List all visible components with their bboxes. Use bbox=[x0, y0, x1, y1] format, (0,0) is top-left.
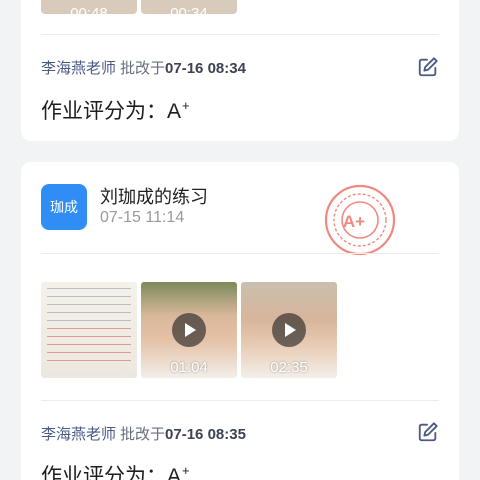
play-icon[interactable] bbox=[272, 313, 306, 347]
edit-icon[interactable] bbox=[417, 421, 439, 443]
homework-photo[interactable] bbox=[41, 282, 137, 378]
review-verb: 批改于 bbox=[120, 426, 166, 443]
grade-prefix: 作业评分为： bbox=[41, 465, 167, 480]
grade-plus: + bbox=[182, 463, 190, 478]
teacher-name: 李海燕老师 bbox=[41, 426, 117, 443]
homework-title: 刘珈成的练习 bbox=[100, 187, 208, 207]
grade-stamp-icon: A+ bbox=[324, 184, 396, 256]
grade-letter: A bbox=[167, 100, 182, 123]
review-info: 李海燕老师 批改于07-16 08:35 bbox=[41, 423, 246, 444]
review-verb: 批改于 bbox=[120, 60, 166, 77]
homework-card-previous: 00:48 00:34 李海燕老师 批改于07-16 08:34 作业评分为：A+ bbox=[21, 0, 459, 141]
homework-card: 珈成 刘珈成的练习 07-15 11:14 A+ 01:04 02:35 李海燕… bbox=[21, 162, 459, 480]
stamp-grade: A+ bbox=[343, 212, 365, 231]
grade-result: 作业评分为：A+ bbox=[41, 95, 190, 125]
divider bbox=[41, 400, 439, 401]
video-duration: 00:34 bbox=[170, 5, 208, 14]
teacher-name: 李海燕老师 bbox=[41, 60, 117, 77]
video-duration: 02:35 bbox=[270, 359, 308, 376]
review-info: 李海燕老师 批改于07-16 08:34 bbox=[41, 57, 246, 78]
video-thumbnail[interactable]: 02:35 bbox=[241, 282, 337, 378]
video-duration: 01:04 bbox=[170, 359, 208, 376]
student-avatar[interactable]: 珈成 bbox=[41, 184, 87, 230]
play-icon[interactable] bbox=[172, 313, 206, 347]
media-strip: 01:04 02:35 bbox=[41, 282, 337, 378]
paper-lines bbox=[47, 288, 131, 372]
grade-prefix: 作业评分为： bbox=[41, 100, 167, 123]
media-strip: 00:48 00:34 bbox=[41, 0, 237, 14]
divider bbox=[41, 34, 439, 35]
submit-time: 07-15 11:14 bbox=[100, 209, 185, 226]
review-time: 07-16 08:35 bbox=[165, 426, 246, 443]
video-thumbnail[interactable]: 00:48 bbox=[41, 0, 137, 14]
review-time: 07-16 08:34 bbox=[165, 60, 246, 77]
video-thumbnail[interactable]: 00:34 bbox=[141, 0, 237, 14]
video-thumbnail[interactable]: 01:04 bbox=[141, 282, 237, 378]
grade-plus: + bbox=[182, 98, 190, 113]
edit-icon[interactable] bbox=[417, 56, 439, 78]
video-duration: 00:48 bbox=[70, 5, 108, 14]
grade-result: 作业评分为：A+ bbox=[41, 460, 190, 480]
divider bbox=[41, 253, 439, 254]
grade-letter: A bbox=[167, 465, 182, 480]
